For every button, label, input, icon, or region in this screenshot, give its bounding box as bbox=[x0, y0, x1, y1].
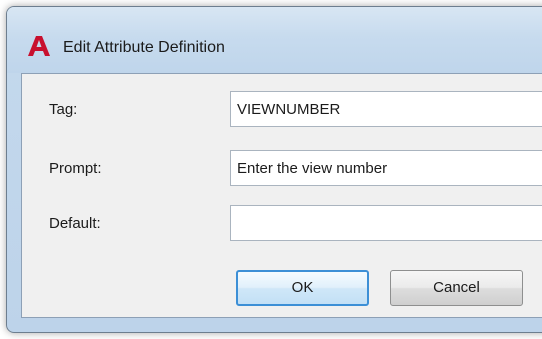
default-label: Default: bbox=[49, 215, 101, 232]
dialog-body: Tag: Prompt: Default: OK Cancel bbox=[21, 73, 542, 318]
autocad-logo-icon bbox=[28, 36, 50, 56]
cancel-button[interactable]: Cancel bbox=[390, 270, 523, 306]
tag-label: Tag: bbox=[49, 101, 78, 118]
tag-input[interactable] bbox=[230, 91, 542, 127]
prompt-input[interactable] bbox=[230, 150, 542, 186]
default-input[interactable] bbox=[230, 205, 542, 241]
edit-attribute-definition-dialog: Edit Attribute Definition Tag: Prompt: D… bbox=[6, 6, 542, 333]
title-bar[interactable]: Edit Attribute Definition bbox=[7, 7, 542, 73]
prompt-label: Prompt: bbox=[49, 160, 102, 177]
ok-button[interactable]: OK bbox=[236, 270, 369, 306]
window-title: Edit Attribute Definition bbox=[63, 39, 225, 56]
